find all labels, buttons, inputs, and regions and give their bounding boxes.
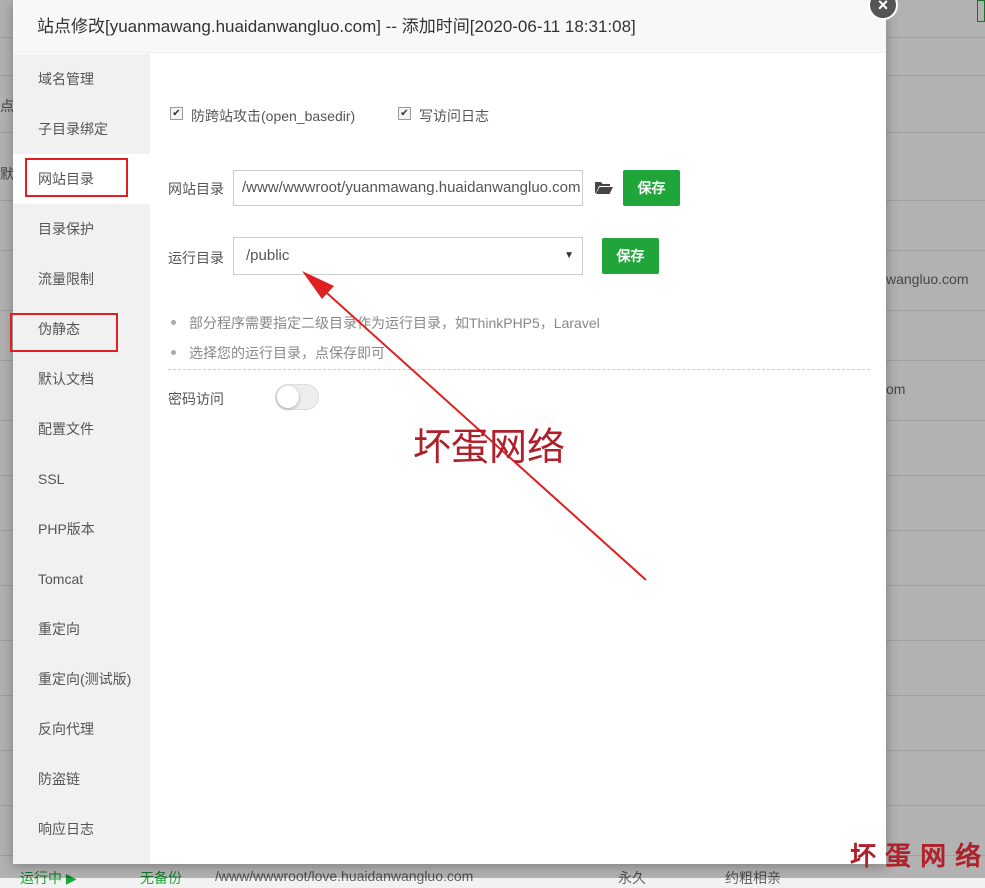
watermark-corner: 坏 蛋 网 络 — [850, 842, 982, 872]
watermark-center: 坏蛋网络 — [413, 425, 566, 469]
